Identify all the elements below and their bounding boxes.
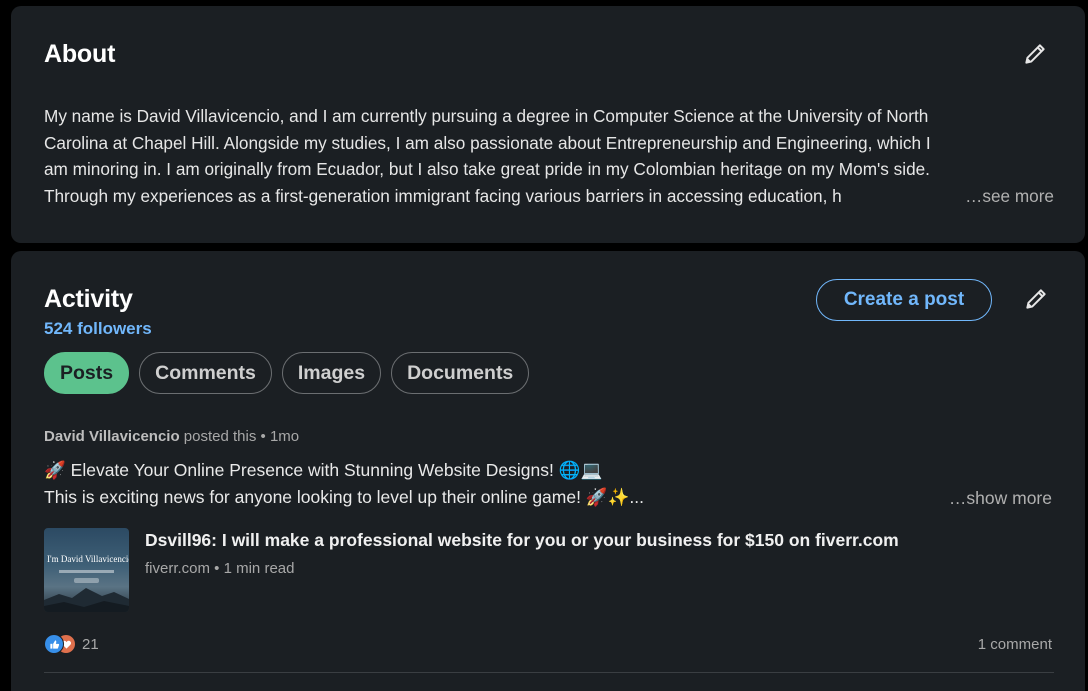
followers-count[interactable]: 524 followers <box>44 319 152 339</box>
divider <box>44 672 1054 673</box>
show-more-link[interactable]: …show more <box>949 488 1052 509</box>
reactions-summary[interactable]: 21 <box>44 634 99 654</box>
tab-comments[interactable]: Comments <box>139 352 272 394</box>
link-thumbnail: I'm David Villavicencio. <box>44 528 129 612</box>
post-action: posted this <box>183 428 257 445</box>
about-line: Through my experiences as a first-genera… <box>44 185 842 206</box>
pencil-icon <box>1026 289 1046 309</box>
tab-posts[interactable]: Posts <box>44 352 130 394</box>
post-separator: • <box>260 428 266 445</box>
about-card: About My name is David Villavicencio, an… <box>11 6 1085 243</box>
about-last-line: Through my experiences as a first-genera… <box>44 183 1054 210</box>
post-author[interactable]: David Villavicencio <box>44 428 180 445</box>
about-line: am minoring in. I am originally from Ecu… <box>44 159 930 179</box>
post-text-line: 🚀 Elevate Your Online Presence with Stun… <box>44 460 603 480</box>
pencil-icon <box>1025 44 1045 64</box>
link-title[interactable]: Dsvill96: I will make a professional web… <box>145 530 899 551</box>
post-time: 1mo <box>269 428 300 445</box>
tab-images[interactable]: Images <box>281 352 382 394</box>
like-icon <box>44 634 64 654</box>
reaction-count: 21 <box>82 635 99 653</box>
edit-activity-button[interactable] <box>1019 282 1053 316</box>
about-line: My name is David Villavicencio, and I am… <box>44 106 929 126</box>
comments-count[interactable]: 1 comment <box>978 636 1052 653</box>
link-subtitle: fiverr.com • 1 min read <box>145 560 295 577</box>
activity-title: Activity <box>44 285 133 313</box>
post-text-line: This is exciting news for anyone looking… <box>44 487 644 507</box>
activity-tabs: Posts Comments Images Documents <box>44 352 530 394</box>
edit-about-button[interactable] <box>1018 37 1052 71</box>
tab-documents[interactable]: Documents <box>391 352 530 394</box>
post-meta: David Villavicencio posted this • 1mo <box>44 428 299 445</box>
about-line: Carolina at Chapel Hill. Alongside my st… <box>44 132 931 153</box>
create-post-button[interactable]: Create a post <box>816 279 992 321</box>
activity-card: Activity 524 followers Create a post Pos… <box>11 251 1085 691</box>
about-text: My name is David Villavicencio, and I am… <box>44 103 1054 209</box>
about-title: About <box>44 40 116 68</box>
link-preview[interactable]: I'm David Villavicencio. Dsvill96: I wil… <box>44 528 1054 614</box>
thumbnail-title: I'm David Villavicencio. <box>47 554 129 564</box>
mountain-image <box>44 588 129 612</box>
thumbnail-subtitle-bar <box>59 570 114 573</box>
see-more-link[interactable]: …see more <box>965 183 1054 210</box>
